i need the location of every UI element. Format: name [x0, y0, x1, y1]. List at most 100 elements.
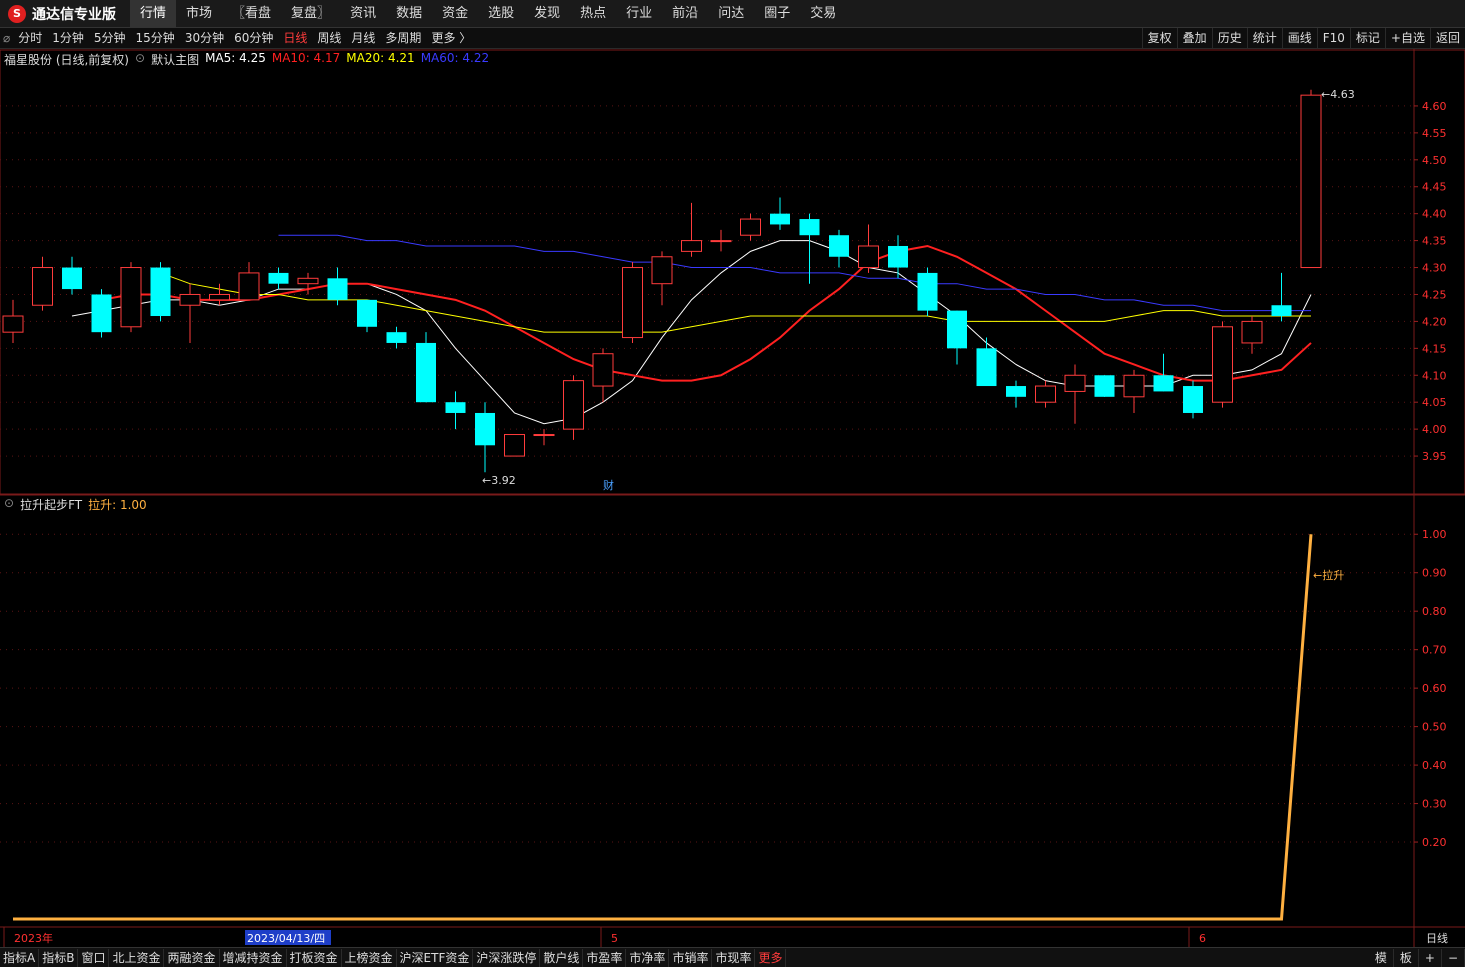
candle[interactable]: [858, 224, 879, 273]
candle[interactable]: [179, 283, 201, 343]
candle[interactable]: [1300, 89, 1322, 269]
candle[interactable]: [91, 289, 112, 338]
period-0[interactable]: 分时: [13, 28, 47, 49]
bottom-tab-11[interactable]: 市盈率: [583, 948, 627, 967]
candle[interactable]: [357, 299, 377, 333]
bottom-tab-12[interactable]: 市净率: [626, 948, 670, 967]
bottom-tab-2[interactable]: 窗口: [78, 948, 110, 967]
tool-5[interactable]: F10: [1316, 28, 1350, 49]
collapse-icon[interactable]: ⌀: [0, 28, 13, 49]
bottom-tab-4[interactable]: 两融资金: [164, 948, 220, 967]
period-5[interactable]: 60分钟: [229, 28, 278, 49]
candle[interactable]: [416, 332, 436, 403]
menu-item-4[interactable]: 资讯: [340, 0, 386, 28]
period-9[interactable]: 多周期: [380, 28, 426, 49]
candle[interactable]: [1006, 380, 1026, 408]
candle[interactable]: [1035, 380, 1056, 408]
candle[interactable]: [209, 283, 230, 306]
tool-2[interactable]: 历史: [1211, 28, 1247, 49]
candle[interactable]: [120, 262, 142, 333]
menu-item-13[interactable]: 圈子: [754, 0, 800, 28]
menu-item-5[interactable]: 数据: [386, 0, 432, 28]
menu-item-12[interactable]: 问达: [708, 0, 754, 28]
candle[interactable]: [150, 262, 171, 322]
tool-4[interactable]: 画线: [1281, 28, 1317, 49]
bottom-tab-1[interactable]: 指标B: [39, 948, 79, 967]
candle[interactable]: [1064, 364, 1086, 424]
candle[interactable]: [917, 267, 938, 317]
chart-area[interactable]: 3.95 4.00 4.05 4.10 4.15 4.20 4.25 4.30 4.35 4.40…: [0, 49, 1465, 947]
tool-8[interactable]: 返回: [1429, 28, 1465, 49]
bottom-tab-6[interactable]: 打板资金: [287, 948, 342, 967]
menu-item-8[interactable]: 发现: [524, 0, 570, 28]
sub-indicator-toggle-icon[interactable]: ⊙: [4, 496, 14, 510]
indicator-toggle-icon[interactable]: ⊙: [135, 51, 145, 65]
period-8[interactable]: 月线: [346, 28, 380, 49]
period-3[interactable]: 15分钟: [131, 28, 180, 49]
menu-item-11[interactable]: 前沿: [662, 0, 708, 28]
candle[interactable]: [681, 202, 702, 257]
bottom-tab-10[interactable]: 散户线: [540, 948, 584, 967]
bottom-tab-9[interactable]: 沪深涨跌停: [473, 948, 541, 967]
candle[interactable]: [947, 310, 967, 365]
tool-6[interactable]: 标记: [1349, 28, 1385, 49]
candle[interactable]: [651, 251, 673, 306]
candle[interactable]: [1183, 380, 1203, 419]
candle[interactable]: [622, 262, 643, 343]
bottom-tab-3[interactable]: 北上资金: [109, 948, 165, 967]
candle[interactable]: [445, 391, 466, 430]
menu-item-1[interactable]: 市场: [176, 0, 222, 28]
period-10[interactable]: 更多 〉: [426, 28, 476, 49]
candle[interactable]: [268, 267, 289, 290]
candle[interactable]: [740, 213, 761, 241]
tool-0[interactable]: 复权: [1141, 28, 1177, 49]
candle[interactable]: [829, 229, 849, 268]
bottom-right-btn-0[interactable]: 模: [1369, 948, 1394, 967]
period-6[interactable]: 日线: [278, 28, 312, 49]
period-1[interactable]: 1分钟: [47, 28, 89, 49]
candle[interactable]: [386, 326, 407, 349]
main-chart[interactable]: 3.95 4.00 4.05 4.10 4.15 4.20 4.25 4.30 4.35 4.40…: [0, 49, 1465, 947]
tool-3[interactable]: 统计: [1246, 28, 1282, 49]
candle[interactable]: [32, 256, 53, 311]
period-2[interactable]: 5分钟: [89, 28, 131, 49]
candle[interactable]: [533, 429, 555, 446]
bottom-tab-14[interactable]: 市现率: [712, 948, 756, 967]
period-7[interactable]: 周线: [312, 28, 346, 49]
main-indicator-name[interactable]: 默认主图: [151, 51, 199, 67]
candle[interactable]: [592, 348, 614, 403]
tool-1[interactable]: 叠加: [1176, 28, 1212, 49]
candle[interactable]: [327, 267, 348, 306]
menu-item-7[interactable]: 选股: [478, 0, 524, 28]
candle[interactable]: [1123, 369, 1145, 413]
menu-item-10[interactable]: 行业: [616, 0, 662, 28]
candle[interactable]: [2, 299, 24, 343]
candle[interactable]: [504, 434, 525, 457]
menu-item-6[interactable]: 资金: [432, 0, 478, 28]
menu-item-9[interactable]: 热点: [570, 0, 616, 28]
bottom-right-btn-1[interactable]: 板: [1394, 948, 1419, 967]
candle[interactable]: [1271, 272, 1292, 322]
bottom-tab-7[interactable]: 上榜资金: [342, 948, 397, 967]
candle[interactable]: [62, 256, 82, 295]
bottom-right-btn-3[interactable]: −: [1442, 948, 1465, 967]
sub-chart[interactable]: 0.20 0.30 0.40 0.50 0.60 0.70 0.80 0.90 1.00 ←拉升: [0, 494, 1465, 921]
candle[interactable]: [1094, 375, 1115, 397]
period-4[interactable]: 30分钟: [180, 28, 229, 49]
bottom-tab-13[interactable]: 市销率: [669, 948, 713, 967]
finance-marker[interactable]: 财: [603, 478, 614, 492]
stock-label[interactable]: 福星股份 (日线,前复权): [4, 51, 129, 67]
candle[interactable]: [710, 229, 732, 252]
sub-indicator-name[interactable]: 拉升起步FT: [20, 496, 82, 512]
candle[interactable]: [1212, 321, 1233, 408]
menu-item-0[interactable]: 行情: [130, 0, 177, 28]
bottom-tab-0[interactable]: 指标A: [0, 948, 40, 967]
tool-7[interactable]: +自选: [1384, 28, 1430, 49]
bottom-tab-8[interactable]: 沪深ETF资金: [397, 948, 474, 967]
candle[interactable]: [976, 337, 997, 387]
menu-item-2[interactable]: 〖看盘: [222, 0, 281, 28]
menu-item-14[interactable]: 交易: [800, 0, 846, 28]
candle[interactable]: [563, 375, 584, 440]
candle[interactable]: [475, 402, 495, 473]
bottom-tab-15[interactable]: 更多: [755, 948, 787, 967]
